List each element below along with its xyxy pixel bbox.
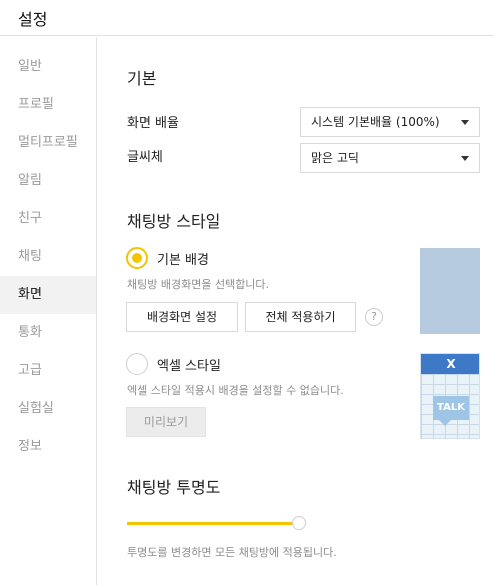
preview-button[interactable]: 미리보기 bbox=[126, 407, 206, 437]
transparency-description: 투명도를 변경하면 모든 채팅방에 적용됩니다. bbox=[127, 546, 337, 559]
section-title-chatroom-style: 채팅방 스타일 bbox=[127, 212, 221, 231]
apply-all-button[interactable]: 전체 적용하기 bbox=[245, 302, 356, 332]
zoom-label: 화면 배율 bbox=[127, 116, 179, 131]
zoom-select-value: 시스템 기본배율 (100%) bbox=[311, 115, 440, 129]
excel-style-label: 엑셀 스타일 bbox=[157, 359, 221, 374]
transparency-slider-track[interactable] bbox=[127, 522, 299, 525]
sidebar-item-multiprofile[interactable]: 멀티프로필 bbox=[0, 124, 96, 162]
sidebar-item-chats[interactable]: 채팅 bbox=[0, 238, 96, 276]
section-title-transparency: 채팅방 투명도 bbox=[127, 478, 221, 497]
talk-bubble-icon: TALK bbox=[433, 396, 469, 420]
font-label: 글씨체 bbox=[127, 150, 163, 165]
font-select-value: 맑은 고딕 bbox=[311, 151, 359, 165]
radio-default-background[interactable] bbox=[126, 247, 148, 269]
radio-dot-icon bbox=[132, 253, 142, 263]
zoom-select[interactable]: 시스템 기본배율 (100%) bbox=[300, 107, 480, 137]
default-background-description: 채팅방 배경화면을 선택합니다. bbox=[127, 278, 270, 291]
sidebar: 일반 프로필 멀티프로필 알림 친구 채팅 화면 통화 고급 실험실 정보 bbox=[0, 37, 97, 585]
sidebar-item-labs[interactable]: 실험실 bbox=[0, 390, 96, 428]
excel-style-thumbnail: X TALK bbox=[420, 353, 480, 439]
default-background-label: 기본 배경 bbox=[157, 253, 209, 268]
window-title: 설정 bbox=[18, 10, 48, 29]
sidebar-item-friends[interactable]: 친구 bbox=[0, 200, 96, 238]
help-icon[interactable]: ? bbox=[365, 308, 383, 326]
sidebar-item-advanced[interactable]: 고급 bbox=[0, 352, 96, 390]
background-thumbnail[interactable] bbox=[420, 248, 480, 334]
sidebar-item-notifications[interactable]: 알림 bbox=[0, 162, 96, 200]
set-background-button[interactable]: 배경화면 설정 bbox=[126, 302, 238, 332]
section-title-basic: 기본 bbox=[127, 69, 157, 88]
sidebar-item-display[interactable]: 화면 bbox=[0, 276, 96, 314]
sidebar-item-general[interactable]: 일반 bbox=[0, 48, 96, 86]
excel-style-description: 엑셀 스타일 적용시 배경을 설정할 수 없습니다. bbox=[127, 384, 344, 397]
talk-bubble-tail bbox=[439, 420, 451, 426]
chevron-down-icon bbox=[461, 156, 469, 161]
sidebar-item-info[interactable]: 정보 bbox=[0, 428, 96, 466]
transparency-slider-handle[interactable] bbox=[292, 516, 306, 530]
title-bar: 설정 bbox=[0, 0, 494, 36]
sidebar-item-calls[interactable]: 통화 bbox=[0, 314, 96, 352]
sidebar-item-profile[interactable]: 프로필 bbox=[0, 86, 96, 124]
font-select[interactable]: 맑은 고딕 bbox=[300, 143, 480, 173]
excel-x-icon: X bbox=[446, 357, 456, 371]
chevron-down-icon bbox=[461, 120, 469, 125]
radio-excel-style[interactable] bbox=[126, 353, 148, 375]
